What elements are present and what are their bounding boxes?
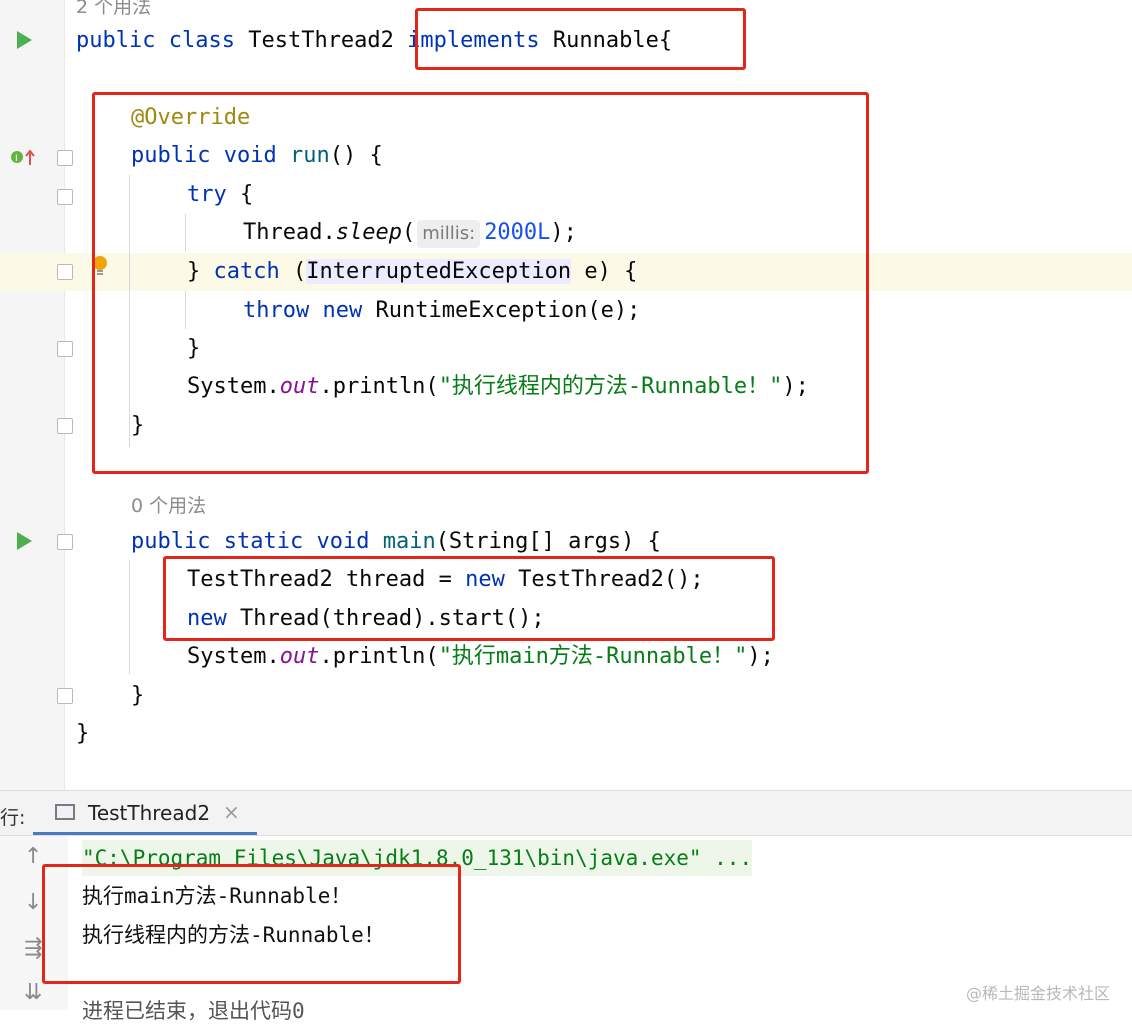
- fold-marker[interactable]: [57, 264, 73, 280]
- code-text: );: [747, 644, 774, 669]
- run-main-icon[interactable]: [17, 532, 32, 550]
- fold-marker[interactable]: [57, 189, 73, 205]
- usage-hint[interactable]: 0 个用法: [131, 491, 206, 518]
- highlight-box-output: [42, 864, 461, 984]
- fold-marker[interactable]: [57, 341, 73, 357]
- usage-hint[interactable]: 2 个用法: [76, 0, 151, 19]
- keyword: class: [168, 28, 235, 53]
- highlight-box-implements: [415, 8, 746, 70]
- svg-text:I: I: [15, 154, 18, 164]
- run-tab-label: TestThread2: [88, 801, 211, 825]
- run-panel: 行: TestThread2 × ↑ ↓ ⇶ ⇊ "C:\Program Fil…: [0, 790, 1132, 1023]
- fold-marker[interactable]: [57, 688, 73, 704]
- highlight-box-thread-start: [163, 556, 775, 641]
- class-name: TestThread2: [248, 28, 394, 53]
- run-tab-bar: 行: TestThread2 ×: [0, 791, 1132, 836]
- arrow-up-icon[interactable]: ↑: [24, 844, 42, 869]
- run-class-icon[interactable]: [17, 31, 32, 49]
- code-text: System.: [187, 644, 280, 669]
- scroll-to-end-icon[interactable]: ⇊: [24, 980, 42, 1005]
- keyword: void: [316, 529, 370, 554]
- console-icon: [55, 804, 75, 820]
- soft-wrap-icon[interactable]: ⇶: [24, 936, 42, 961]
- keyword: static: [223, 529, 304, 554]
- console-exit-line: 进程已结束，退出代码0: [82, 999, 305, 1023]
- code-line-println-main[interactable]: System.out.println("执行main方法-Runnable！")…: [187, 638, 774, 676]
- arrow-down-icon[interactable]: ↓: [24, 890, 42, 915]
- keyword: public: [76, 28, 156, 53]
- code-line-brace[interactable]: }: [131, 677, 144, 715]
- highlight-box-run-method: [92, 92, 869, 474]
- run-label: 行:: [0, 807, 26, 829]
- implements-method-icon[interactable]: I: [10, 149, 38, 171]
- fold-marker[interactable]: [57, 418, 73, 434]
- close-icon[interactable]: ×: [223, 800, 240, 824]
- keyword: public: [131, 529, 211, 554]
- code-editor[interactable]: I 2 个用法 public class TestThread2 impleme…: [0, 0, 1132, 790]
- watermark: @稀土掘金技术社区: [966, 984, 1111, 1003]
- indent-guide: [129, 560, 130, 674]
- code-line-brace[interactable]: }: [76, 715, 89, 753]
- editor-gutter[interactable]: [0, 0, 65, 790]
- code-text: .println(: [319, 644, 439, 669]
- field-name: out: [279, 644, 320, 669]
- fold-marker[interactable]: [57, 534, 73, 550]
- code-text: (String[] args) {: [435, 529, 661, 554]
- run-tab[interactable]: TestThread2 ×: [33, 791, 257, 835]
- fold-marker[interactable]: [57, 150, 73, 166]
- string-literal: "执行main方法-Runnable！": [438, 644, 748, 669]
- method-name: main: [382, 529, 436, 554]
